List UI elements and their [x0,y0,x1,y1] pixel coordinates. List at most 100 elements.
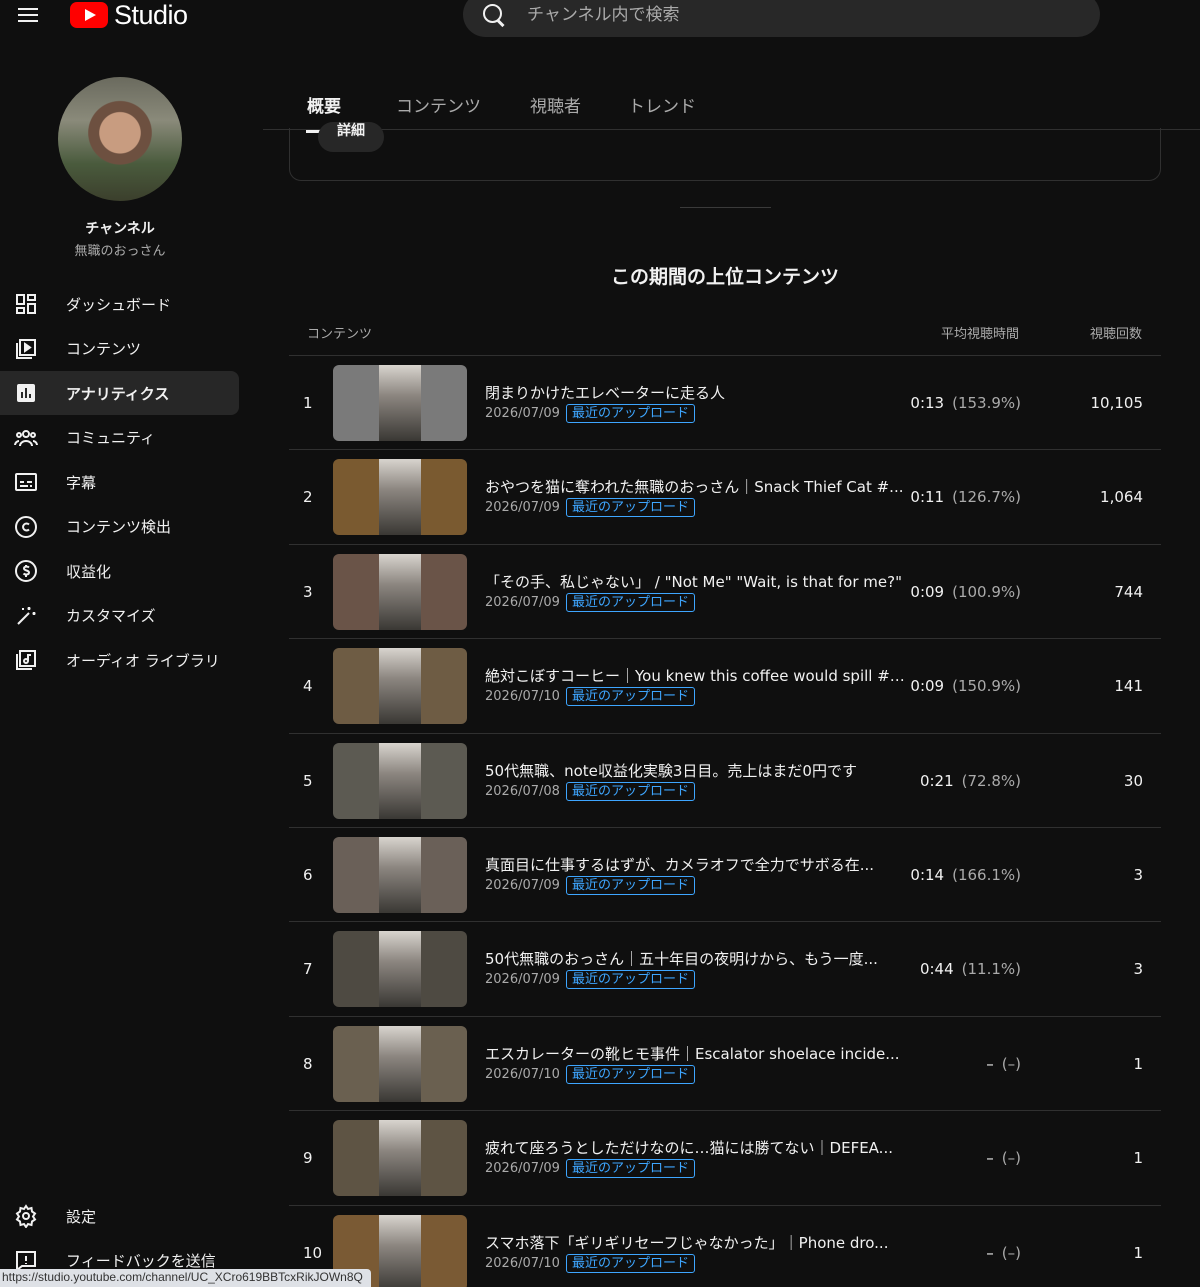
sidebar-item-dashboard[interactable]: ダッシュボード [0,282,239,326]
tab-audience[interactable]: 視聴者 [530,92,581,131]
subtitles-icon [14,470,38,494]
thumbnail-frame [379,931,421,1008]
avg-view-duration: 0:11 (126.7%) [910,488,1021,506]
table-row[interactable]: 8 エスカレーターの靴ヒモ事件｜Escalator shoelace incide… [289,1015,1161,1110]
table-row[interactable]: 3 「その手、私じゃない」 / "Not Me" "Wait, is that f… [289,543,1161,638]
sidebar-item-community[interactable]: コミュニティ [0,416,239,460]
sidebar-item-label: コンテンツ検出 [66,518,172,536]
studio-logo[interactable]: Studio [70,0,188,30]
thumbnail-frame [379,648,421,725]
publish-date: 2026/07/10 [485,1066,560,1082]
table-row[interactable]: 10 スマホ落下「ギリギリセーフじゃなかった」｜Phone dro... 2026/… [289,1204,1161,1287]
community-icon [14,426,38,450]
view-count: 3 [1133,960,1143,979]
video-thumbnail[interactable] [333,931,467,1008]
thumbnail-frame [379,837,421,913]
details-button[interactable]: 詳細 [318,122,384,152]
sidebar-item-dollar[interactable]: 収益化 [0,549,239,593]
rank-number: 3 [303,582,313,601]
video-meta: 2026/07/08 最近のアップロード [485,781,695,801]
avg-duration-value: – [986,1054,994,1073]
table-row[interactable]: 5 50代無職、note収益化実験3日目。売上はまだ0円です 2026/07/08 最… [289,732,1161,827]
tab-content[interactable]: コンテンツ [396,92,481,131]
sidebar-item-audio-library[interactable]: オーディオ ライブラリ [0,638,239,682]
video-thumbnail[interactable] [333,1120,467,1197]
sidebar-item-label: アナリティクス [66,384,170,403]
dollar-icon [14,559,38,583]
video-title[interactable]: 「その手、私じゃない」 / "Not Me" "Wait, is that fo… [485,571,905,592]
publish-date: 2026/07/09 [485,500,560,516]
view-count: 3 [1133,866,1143,884]
search-box[interactable] [463,0,1100,37]
sidebar-item-content[interactable]: コンテンツ [0,327,239,371]
tab-trends[interactable]: トレンド [628,92,696,131]
avg-duration-value: – [986,1149,994,1168]
sidebar-item-gear[interactable]: 設定 [0,1194,239,1238]
table-row[interactable]: 2 おやつを猫に奪われた無職のおっさん｜Snack Thief Cat #... 2… [289,449,1161,543]
rank-number: 8 [303,1054,313,1073]
avg-duration-percent: (11.1%) [961,960,1021,979]
video-title[interactable]: 疲れて座ろうとしただけなのに…猫には勝てない｜DEFEA... [485,1137,905,1158]
publish-date: 2026/07/08 [485,783,560,799]
search-icon[interactable] [481,2,507,28]
overview-card: 詳細 [289,122,1161,181]
thumbnail-frame [379,459,421,536]
avg-duration-percent: (–) [1001,1054,1021,1073]
table-row[interactable]: 7 50代無職のおっさん｜五十年目の夜明けから、もう一度... 2026/07/09… [289,921,1161,1015]
sidebar-item-magic-wand[interactable]: カスタマイズ [0,594,239,638]
table-row[interactable]: 9 疲れて座ろうとしただけなのに…猫には勝てない｜DEFEA... 2026/07/… [289,1110,1161,1204]
video-title[interactable]: おやつを猫に奪われた無職のおっさん｜Snack Thief Cat #... [485,476,905,497]
channel-title: チャンネル [85,221,155,237]
avg-duration-percent: (166.1%) [952,866,1021,884]
sidebar-item-copyright[interactable]: コンテンツ検出 [0,505,239,549]
video-thumbnail[interactable] [333,1025,467,1102]
divider [680,207,771,208]
video-thumbnail[interactable] [333,742,467,819]
table-row[interactable]: 4 絶対こぼすコーヒー｜You knew this coffee would sp… [289,638,1161,732]
avg-duration-value: – [986,1243,994,1262]
content-icon [14,337,38,361]
video-thumbnail[interactable] [333,365,467,441]
video-title[interactable]: エスカレーターの靴ヒモ事件｜Escalator shoelace incide.… [485,1043,905,1064]
avg-duration-value: 0:21 [919,771,954,790]
avg-view-duration: 0:09 (150.9%) [910,677,1021,695]
sidebar: チャンネル 無職のおっさん ダッシュボード コンテンツアナリティクスコミュニティ字… [0,40,250,1287]
sidebar-item-subtitles[interactable]: 字幕 [0,460,239,504]
video-title[interactable]: 閉まりかけたエレベーターに走る人 [485,382,905,403]
status-bar-url: https://studio.youtube.com/channel/UC_XC… [0,1269,371,1287]
sidebar-item-label: コンテンツ [66,340,142,358]
video-thumbnail[interactable] [333,648,467,725]
video-meta: 2026/07/09 最近のアップロード [485,1159,695,1179]
table-row[interactable]: 1 閉まりかけたエレベーターに走る人 2026/07/09 最近のアップロード 0:13… [289,355,1161,449]
publish-date: 2026/07/09 [485,594,560,610]
avg-duration-value: 0:11 [910,488,945,507]
avg-duration-percent: (72.8%) [961,771,1021,790]
avatar[interactable] [58,77,182,201]
search-input[interactable] [527,4,1027,25]
top-bar: Studio [0,0,1200,40]
video-title[interactable]: スマホ落下「ギリギリセーフじゃなかった」｜Phone dro... [485,1232,905,1253]
video-thumbnail[interactable] [333,837,467,913]
sidebar-item-analytics[interactable]: アナリティクス [0,371,239,415]
video-title[interactable]: 50代無職、note収益化実験3日目。売上はまだ0円です [485,760,905,781]
channel-name: 無職のおっさん [74,244,166,259]
video-title[interactable]: 真面目に仕事するはずが、カメラオフで全力でサボる在... [485,854,905,875]
thumbnail-frame [379,742,421,819]
video-title[interactable]: 50代無職のおっさん｜五十年目の夜明けから、もう一度... [485,948,905,969]
recent-upload-badge: 最近のアップロード [565,1064,695,1084]
view-count: 1 [1133,1243,1143,1262]
hamburger-menu-icon[interactable] [16,4,40,26]
sidebar-item-label: ダッシュボード [66,295,172,314]
recent-upload-badge: 最近のアップロード [565,876,695,895]
table-row[interactable]: 6 真面目に仕事するはずが、カメラオフで全力でサボる在... 2026/07/09 最… [289,827,1161,921]
gear-icon [14,1204,38,1228]
view-count: 1 [1133,1054,1143,1073]
avg-duration-percent: (126.7%) [952,488,1021,507]
avg-duration-value: 0:14 [910,866,945,884]
video-thumbnail[interactable] [333,459,467,536]
rank-number: 7 [303,960,313,979]
video-thumbnail[interactable] [333,553,467,630]
publish-date: 2026/07/09 [485,406,560,421]
video-title[interactable]: 絶対こぼすコーヒー｜You knew this coffee would spi… [485,665,905,686]
thumbnail-frame [379,1214,421,1287]
